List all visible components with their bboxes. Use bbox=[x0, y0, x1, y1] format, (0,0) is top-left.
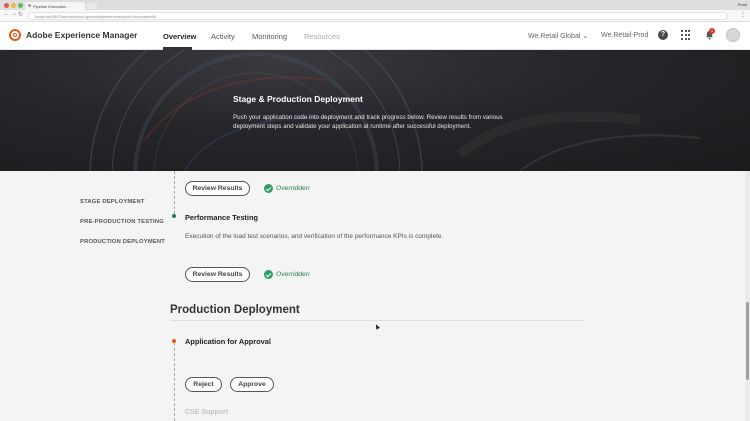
scrollbar-track[interactable] bbox=[745, 171, 750, 421]
environment-dropdown[interactable]: We.Retail-Prod bbox=[601, 32, 648, 39]
browser-tab-strip: Pipeline Execution Pearl bbox=[0, 0, 750, 10]
program-dropdown[interactable]: We.Retail Global ⌄ bbox=[528, 32, 588, 40]
timeline-dot bbox=[172, 214, 176, 218]
avatar[interactable] bbox=[726, 28, 740, 42]
section-divider bbox=[170, 320, 583, 321]
timeline-line bbox=[174, 343, 175, 421]
apps-grid-icon[interactable] bbox=[681, 30, 691, 40]
hero-background-illustration bbox=[89, 50, 701, 171]
app-name[interactable]: Adobe Experience Manager bbox=[26, 30, 137, 40]
pending-step: CSE Support bbox=[185, 409, 229, 416]
favicon-icon bbox=[28, 4, 31, 7]
url-input[interactable]: localhost:4502/aem/ui/cloud-guides/pipel… bbox=[28, 12, 728, 20]
status-badge: Overridden bbox=[276, 185, 310, 192]
forward-arrow-icon[interactable]: → bbox=[11, 11, 17, 17]
new-tab-button[interactable] bbox=[87, 3, 97, 9]
address-bar: ← → ↻ localhost:4502/aem/ui/cloud-guides… bbox=[0, 10, 750, 22]
back-arrow-icon[interactable]: ← bbox=[4, 11, 10, 17]
sidebar-item-pre-production-testing[interactable]: PRE-PRODUCTION TESTING bbox=[80, 219, 164, 225]
close-window-icon[interactable] bbox=[4, 3, 9, 8]
nav-resources[interactable]: Resources bbox=[304, 32, 340, 41]
browser-user[interactable]: Pearl bbox=[738, 2, 747, 7]
scrollbar-thumb[interactable] bbox=[746, 302, 749, 380]
aem-logo-icon[interactable] bbox=[9, 29, 21, 41]
nav-activity[interactable]: Activity bbox=[211, 32, 235, 41]
step-title: Application for Approval bbox=[185, 337, 271, 346]
app-header: Adobe Experience Manager Overview Activi… bbox=[0, 22, 750, 50]
hero-title: Stage & Production Deployment bbox=[233, 94, 363, 104]
sidebar-item-production-deployment[interactable]: PRODUCTION DEPLOYMENT bbox=[80, 239, 165, 245]
notification-badge: 1 bbox=[709, 28, 715, 34]
approve-button[interactable]: Approve bbox=[230, 377, 274, 392]
mouse-pointer-icon bbox=[374, 323, 380, 330]
check-icon bbox=[264, 184, 273, 193]
review-results-button[interactable]: Review Results bbox=[185, 181, 250, 196]
check-icon bbox=[264, 270, 273, 279]
status-badge: Overridden bbox=[276, 271, 310, 278]
browser-menu-icon[interactable]: ⋮ bbox=[740, 11, 746, 18]
help-icon[interactable]: ? bbox=[658, 30, 668, 40]
browser-tab[interactable]: Pipeline Execution bbox=[25, 2, 85, 10]
review-results-button[interactable]: Review Results bbox=[185, 267, 250, 282]
timeline-line bbox=[174, 171, 175, 214]
step-description: Execution of the load test scenarios, an… bbox=[185, 233, 444, 240]
hero-banner: Stage & Production Deployment Push your … bbox=[0, 50, 750, 171]
maximize-window-icon[interactable] bbox=[18, 3, 23, 8]
hero-description: Push your application code into deployme… bbox=[233, 114, 503, 131]
nav-monitoring[interactable]: Monitoring bbox=[252, 32, 287, 41]
nav-overview[interactable]: Overview bbox=[163, 32, 196, 41]
step-title: Performance Testing bbox=[185, 213, 258, 222]
minimize-window-icon[interactable] bbox=[11, 3, 16, 8]
chevron-down-icon: ⌄ bbox=[582, 33, 589, 40]
section-title: Production Deployment bbox=[170, 304, 300, 316]
reload-icon[interactable]: ↻ bbox=[18, 11, 23, 18]
timeline-dot bbox=[172, 339, 176, 343]
reject-button[interactable]: Reject bbox=[185, 377, 222, 392]
sidebar-item-stage-deployment[interactable]: STAGE DEPLOYMENT bbox=[80, 199, 145, 205]
